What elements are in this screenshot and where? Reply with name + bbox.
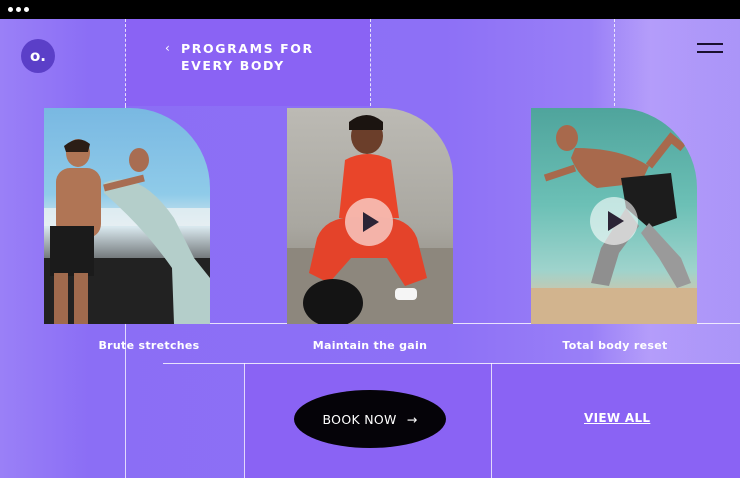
grid-line bbox=[491, 363, 492, 478]
arrow-right-icon: → bbox=[406, 411, 418, 427]
title-line: PROGRAMS FOR bbox=[181, 41, 314, 56]
title-line: EVERY BODY bbox=[181, 58, 285, 73]
grid-line bbox=[614, 19, 615, 106]
page-stage: o. ‹ PROGRAMS FOR EVERY BODY Brute stret… bbox=[0, 19, 740, 478]
browser-title-bar bbox=[0, 0, 740, 19]
play-video-button[interactable] bbox=[345, 198, 393, 246]
play-video-button[interactable] bbox=[590, 197, 638, 245]
book-now-button[interactable]: BOOK NOW → bbox=[294, 390, 446, 448]
program-card-maintain-the-gain[interactable] bbox=[287, 108, 453, 324]
program-caption[interactable]: Total body reset bbox=[515, 339, 715, 352]
grid-line bbox=[125, 19, 126, 106]
book-now-label: BOOK NOW bbox=[322, 411, 397, 427]
program-card-total-body-reset[interactable] bbox=[531, 108, 697, 324]
window-dot-icon[interactable] bbox=[24, 7, 29, 12]
window-dot-icon[interactable] bbox=[8, 7, 13, 12]
grid-line bbox=[370, 19, 371, 106]
grid-line bbox=[244, 363, 245, 478]
page-title: PROGRAMS FOR EVERY BODY bbox=[181, 40, 351, 74]
program-card-brute-stretches[interactable] bbox=[44, 108, 210, 324]
hamburger-icon[interactable] bbox=[697, 41, 723, 55]
window-dot-icon[interactable] bbox=[16, 7, 21, 12]
view-all-link[interactable]: VIEW ALL bbox=[584, 411, 650, 425]
brand-logo[interactable]: o. bbox=[21, 39, 55, 73]
program-caption[interactable]: Brute stretches bbox=[49, 339, 249, 352]
stretching-couple-photo bbox=[44, 139, 210, 324]
chevron-left-icon[interactable]: ‹ bbox=[165, 41, 170, 55]
program-caption[interactable]: Maintain the gain bbox=[270, 339, 470, 352]
